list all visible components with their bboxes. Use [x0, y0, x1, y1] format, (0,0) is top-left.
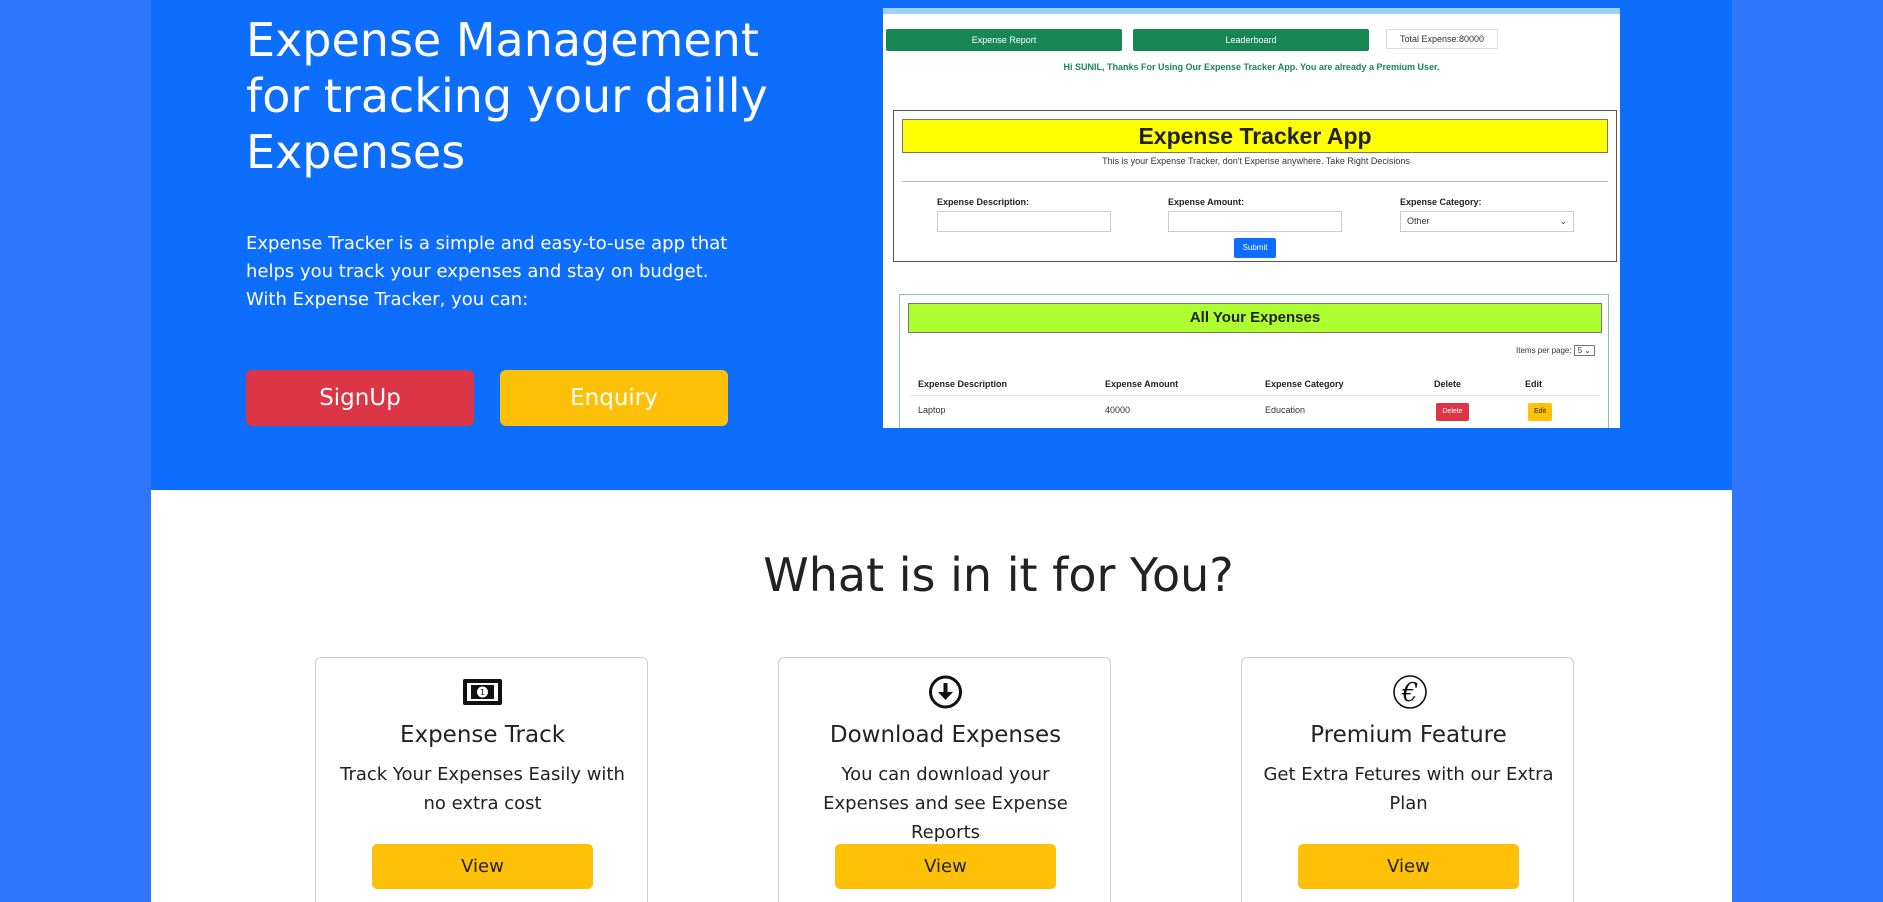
app-subtitle: This is your Expense Tracker, don't Expe…: [1102, 156, 1410, 166]
greeting-text: Hi SUNIL, Thanks For Using Our Expense T…: [1063, 62, 1440, 72]
card-title: Expense Track: [399, 722, 566, 748]
card-text: You can download your Expenses and see E…: [823, 764, 1068, 843]
features-section: What is in it for You? 1 Expense Track T…: [151, 490, 1732, 902]
money-icon: 1: [316, 672, 649, 712]
column-header: Expense Category: [1265, 379, 1344, 389]
view-button[interactable]: View: [1298, 844, 1519, 889]
view-button[interactable]: View: [835, 844, 1056, 889]
svg-text:€: €: [1401, 678, 1419, 708]
delete-button: Delete: [1436, 403, 1469, 421]
expense-report-button: Expense Report: [886, 29, 1122, 51]
feature-card-premium-feature: € Premium Feature Get Extra Fetures with…: [1241, 657, 1574, 902]
download-icon: [779, 672, 1112, 712]
page: Expense Management for tracking your dai…: [151, 0, 1732, 902]
column-header: Edit: [1525, 379, 1542, 389]
enquiry-button[interactable]: Enquiry: [500, 370, 728, 426]
items-per-page-label: Items per page:: [1516, 346, 1572, 355]
leaderboard-button: Leaderboard: [1133, 29, 1369, 51]
view-button[interactable]: View: [372, 844, 593, 889]
row-divider: [910, 395, 1600, 396]
description-label: Expense Description:: [937, 197, 1030, 207]
divider: [902, 181, 1608, 182]
category-select: Other ⌄: [1400, 211, 1574, 232]
hero-section: Expense Management for tracking your dai…: [151, 0, 1732, 490]
chevron-down-icon: ⌄: [1559, 216, 1567, 226]
edit-button: Edit: [1528, 403, 1552, 421]
svg-text:1: 1: [480, 688, 485, 697]
table-cell: Laptop: [918, 405, 946, 415]
features-title: What is in it for You?: [763, 548, 1234, 602]
hero-title: Expense Management for tracking your dai…: [246, 13, 768, 179]
items-per-page-select: 5 ⌄: [1573, 345, 1595, 356]
hero-description: Expense Tracker is a simple and easy-to-…: [246, 233, 728, 310]
feature-card-expense-track: 1 Expense Track Track Your Expenses Easi…: [315, 657, 648, 902]
euro-icon: €: [1242, 672, 1575, 712]
app-screenshot: Expense Report Leaderboard Total Expense…: [883, 8, 1620, 428]
card-title: Download Expenses: [829, 722, 1062, 748]
list-title: All Your Expenses: [908, 303, 1602, 333]
table-cell: 40000: [1105, 405, 1131, 415]
column-header: Expense Description: [918, 379, 1008, 389]
description-input: [937, 211, 1111, 232]
amount-label: Expense Amount:: [1168, 197, 1245, 207]
items-per-page: Items per page: 5 ⌄: [900, 345, 1595, 356]
submit-button: Submit: [1234, 238, 1276, 258]
table-cell: Education: [1265, 405, 1306, 415]
expense-form: Expense Tracker App This is your Expense…: [893, 110, 1617, 262]
category-value: Other: [1407, 216, 1430, 226]
app-title: Expense Tracker App: [902, 119, 1608, 153]
category-label: Expense Category:: [1400, 197, 1482, 207]
card-text: Track Your Expenses Easily with no extra…: [340, 764, 625, 814]
card-text: Get Extra Fetures with our Extra Plan: [1263, 764, 1554, 814]
column-header: Expense Amount: [1105, 379, 1179, 389]
expense-list: All Your Expenses Items per page: 5 ⌄ Exp…: [899, 294, 1609, 428]
card-title: Premium Feature: [1310, 722, 1507, 748]
column-header: Delete: [1434, 379, 1462, 389]
total-expense-badge: Total Expense:80000: [1386, 29, 1498, 49]
amount-input: [1168, 211, 1342, 232]
signup-button[interactable]: SignUp: [246, 370, 474, 426]
feature-card-download-expenses: Download Expenses You can download your …: [778, 657, 1111, 902]
items-per-page-value: 5: [1577, 346, 1583, 355]
